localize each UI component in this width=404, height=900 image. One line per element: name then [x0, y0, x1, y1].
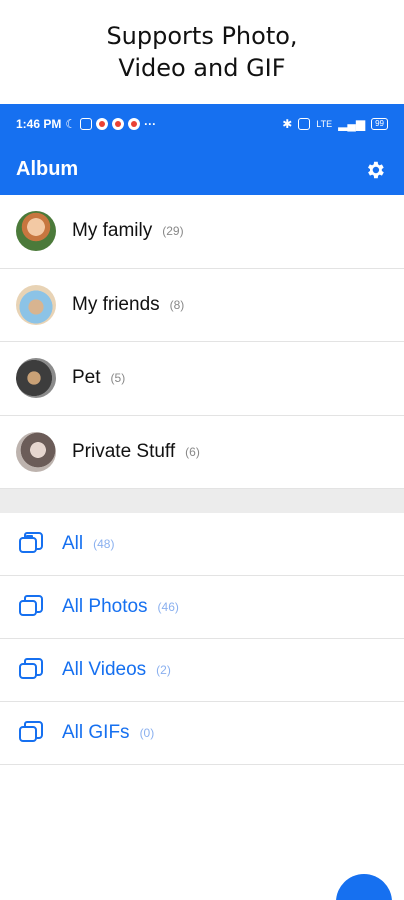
- album-name: Pet: [72, 367, 101, 389]
- folder-list: All (48) All Photos (46) All Videos (2) …: [0, 513, 404, 765]
- folder-count: (0): [139, 726, 155, 740]
- folder-count: (2): [156, 663, 171, 677]
- battery-icon: 99: [371, 118, 388, 130]
- album-thumbnail: [16, 431, 56, 472]
- vibrate-icon: [298, 118, 311, 130]
- folder-label: All Videos: [62, 659, 147, 680]
- promo-title: Supports Photo, Video and GIF: [106, 22, 298, 82]
- folder-label: All Photos: [62, 596, 148, 617]
- album-row-pet[interactable]: Pet (5): [0, 342, 404, 416]
- album-row-my-family[interactable]: My family (29): [0, 195, 404, 269]
- chrome-icon: [128, 118, 141, 130]
- album-count: (6): [185, 444, 200, 459]
- album-row-private-stuff[interactable]: Private Stuff (6): [0, 416, 404, 489]
- album-list: My family (29) My friends (8) Pet (5) Pr…: [0, 195, 404, 489]
- folders-icon: [19, 658, 43, 679]
- status-bar: 1:46 PM ☾ ··· ✱ LTE ▂▄▆ 99: [0, 104, 404, 144]
- folder-count: (46): [157, 600, 179, 614]
- status-right: ✱ LTE ▂▄▆ 99: [282, 104, 388, 144]
- folder-row-all-videos[interactable]: All Videos (2): [0, 639, 404, 702]
- album-name: My family: [72, 220, 153, 242]
- notification-icon: [80, 118, 93, 130]
- folder-label: All GIFs: [62, 722, 130, 743]
- album-thumbnail: [16, 284, 56, 325]
- folders-icon: [19, 595, 43, 616]
- status-time: 1:46 PM: [16, 117, 62, 131]
- album-name: My friends: [72, 293, 160, 315]
- toolbar: Album: [0, 144, 404, 195]
- gear-icon: [368, 161, 384, 178]
- signal-icon: LTE: [316, 119, 333, 129]
- album-name: Private Stuff: [72, 440, 176, 462]
- album-row-my-friends[interactable]: My friends (8): [0, 269, 404, 342]
- moon-icon: ☾: [65, 117, 77, 131]
- chrome-icon: [96, 118, 109, 130]
- folder-count: (48): [93, 537, 115, 551]
- bluetooth-icon: ✱: [282, 117, 293, 131]
- folders-icon: [19, 532, 43, 553]
- promo-banner: Supports Photo, Video and GIF: [0, 0, 404, 104]
- album-thumbnail: [16, 211, 56, 252]
- folder-label: All: [62, 533, 84, 554]
- album-count: (8): [169, 297, 185, 312]
- album-count: (29): [162, 224, 184, 239]
- folders-icon: [19, 721, 43, 742]
- folder-row-all-photos[interactable]: All Photos (46): [0, 576, 404, 639]
- status-left: 1:46 PM ☾ ···: [16, 117, 156, 131]
- album-thumbnail: [16, 358, 56, 399]
- signal-bars-icon: ▂▄▆: [338, 117, 366, 131]
- album-count: (5): [110, 371, 126, 386]
- folder-row-all[interactable]: All (48): [0, 513, 404, 576]
- folder-row-all-gifs[interactable]: All GIFs (0): [0, 702, 404, 765]
- app-bar: 1:46 PM ☾ ··· ✱ LTE ▂▄▆ 99 Album: [0, 104, 404, 195]
- more-icon: ···: [144, 117, 157, 131]
- settings-button[interactable]: [362, 157, 388, 183]
- chrome-icon: [112, 118, 125, 130]
- floating-action-button[interactable]: [336, 874, 392, 900]
- page-title: Album: [16, 158, 79, 180]
- section-divider: [0, 489, 404, 513]
